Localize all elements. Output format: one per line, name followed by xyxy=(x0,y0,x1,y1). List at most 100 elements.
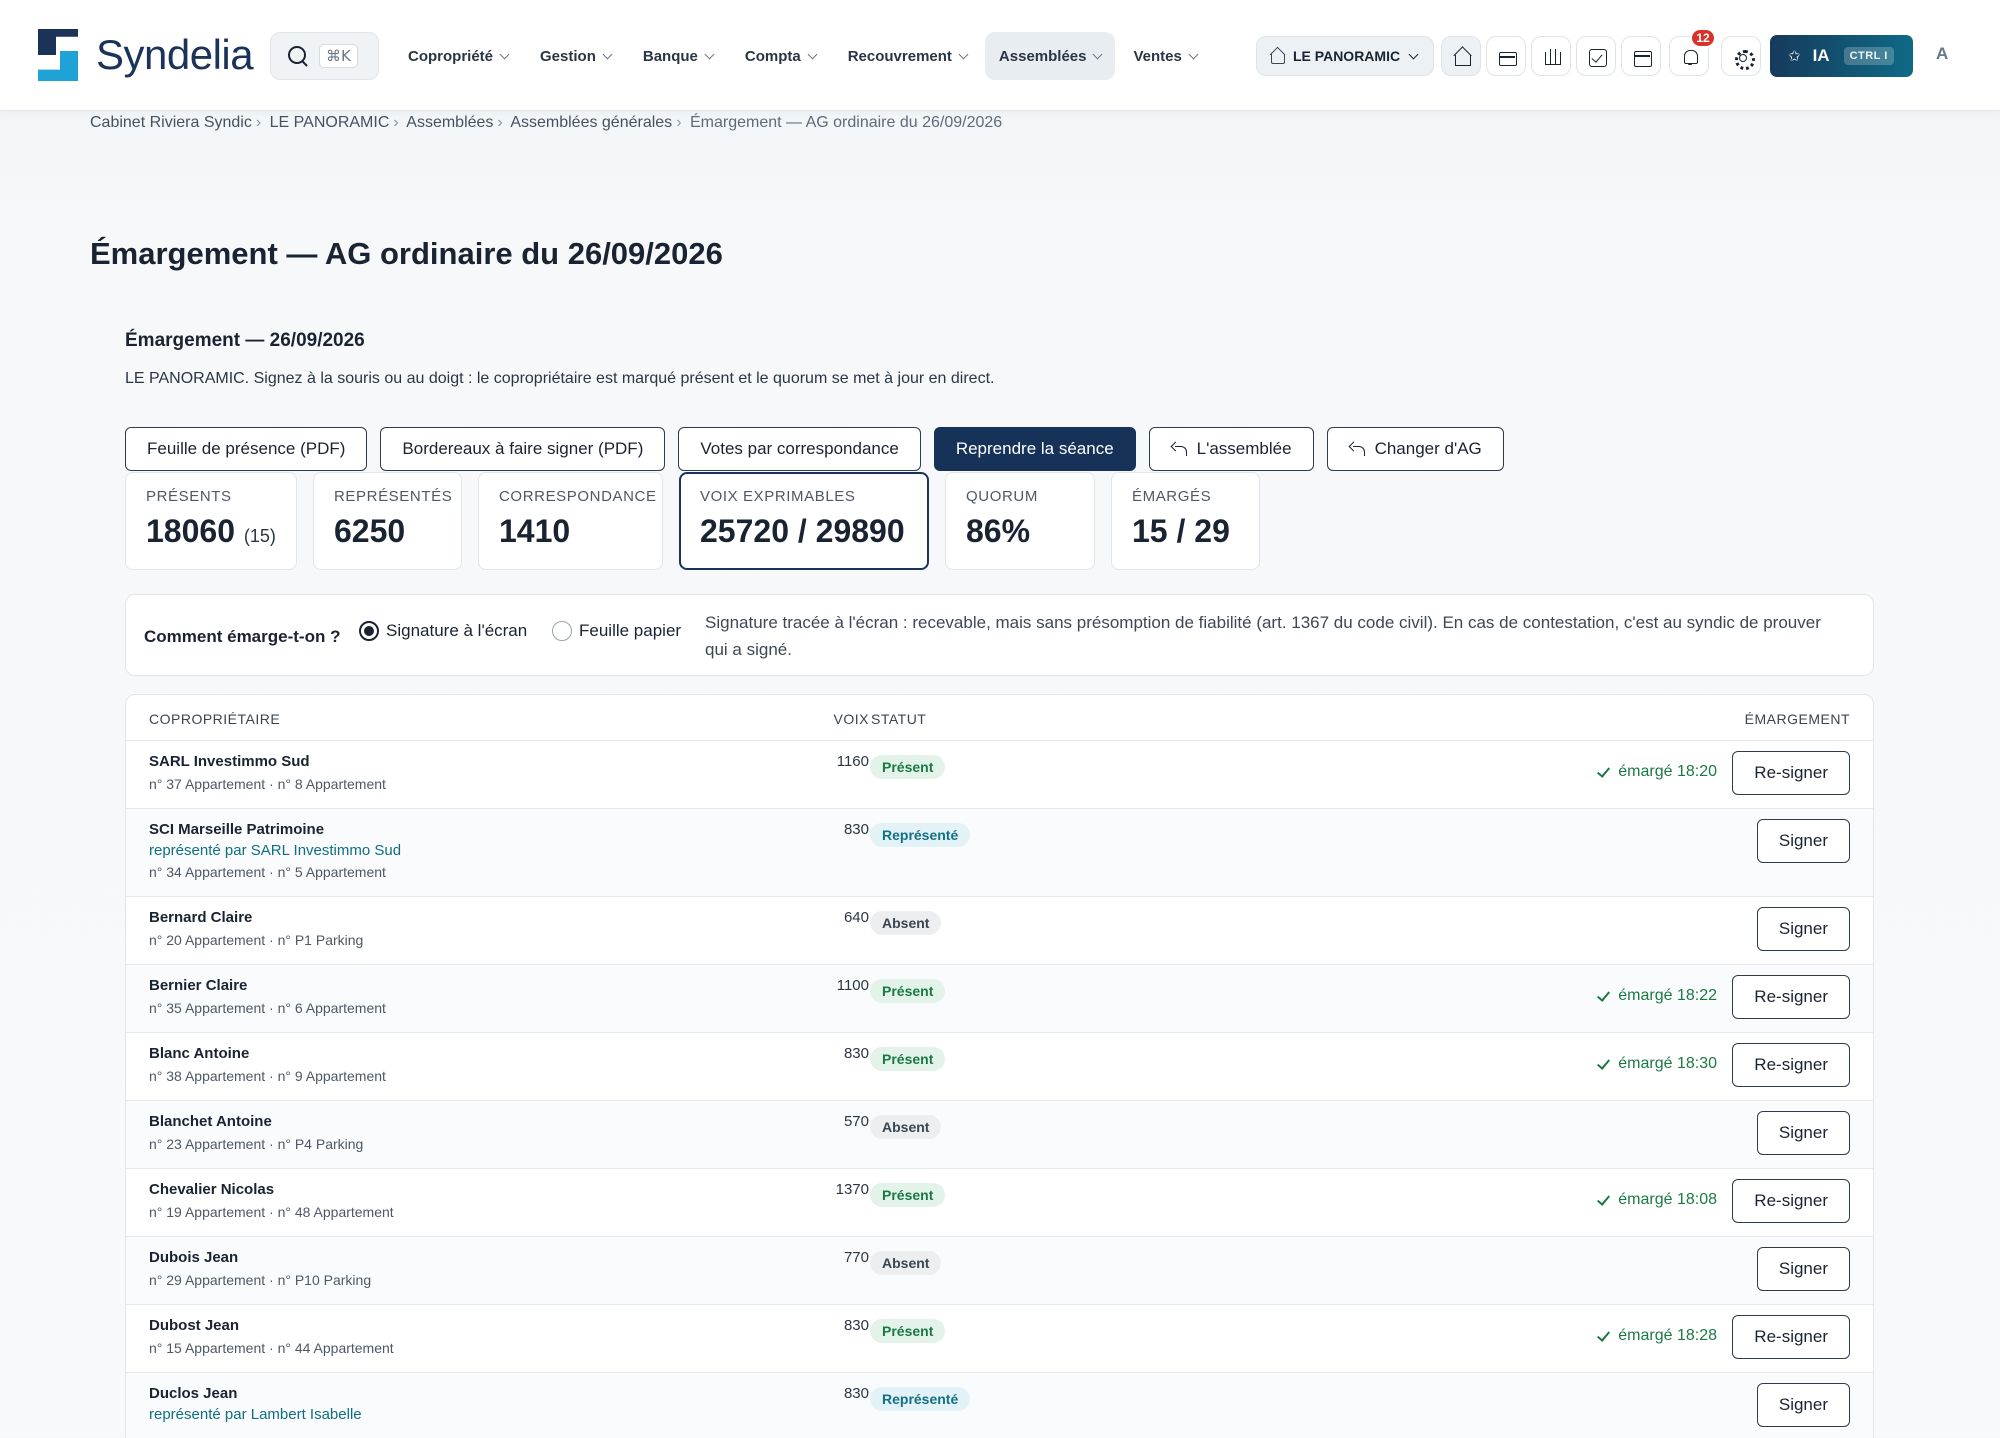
radio-screen-signature[interactable]: Signature à l'écran xyxy=(359,621,527,641)
chevron-down-icon xyxy=(704,49,715,59)
owner-name: SCI Marseille Patrimoine xyxy=(149,821,325,838)
sign-button[interactable]: Signer xyxy=(1756,1111,1850,1155)
button-label: Changer d'AG xyxy=(1374,439,1482,458)
home-button[interactable] xyxy=(1441,36,1481,76)
sign-button[interactable]: Signer xyxy=(1756,819,1850,863)
table-row: Duclos Jean représenté par Lambert Isabel… xyxy=(126,1373,1873,1438)
menu-ventes[interactable]: Ventes xyxy=(1119,32,1210,80)
table-row: Chevalier Nicolas n° 19 Appartement · n° … xyxy=(126,1169,1873,1237)
owner-lots: n° 34 Appartement · n° 5 Appartement xyxy=(149,864,386,880)
menu-label: Compta xyxy=(744,47,801,65)
session-description: LE PANORAMIC. Signez à la souris ou au d… xyxy=(125,370,995,387)
menu-label: Recouvrement xyxy=(847,47,952,65)
folder-icon xyxy=(1498,48,1517,66)
bank-button[interactable] xyxy=(1531,36,1571,76)
signed-label: émargé 18:20 xyxy=(1618,763,1717,780)
owner-voix: 570 xyxy=(843,1113,869,1130)
radio-paper-sheet[interactable]: Feuille papier xyxy=(552,621,681,641)
signed-label: émargé 18:22 xyxy=(1618,987,1717,1004)
change-ag-button[interactable]: Changer d'AG xyxy=(1326,427,1504,471)
ia-assistant-button[interactable]: ✩ IA CTRL I xyxy=(1770,35,1913,77)
menu-gestion[interactable]: Gestion xyxy=(526,32,625,80)
menu-compta[interactable]: Compta xyxy=(731,32,830,80)
tasks-icon xyxy=(1588,48,1607,67)
re-sign-button[interactable]: Re-signer xyxy=(1732,1043,1850,1087)
menu-assemblees[interactable]: Assemblées xyxy=(984,32,1116,80)
radio-checked-icon xyxy=(359,621,379,641)
stat-value: 1410 xyxy=(499,513,571,549)
proxy-holder: représenté par SARL Investimmo Sud xyxy=(149,842,402,859)
home-icon xyxy=(1453,48,1471,66)
stat-label: REPRÉSENTÉS xyxy=(334,488,453,505)
slips-to-sign-pdf-button[interactable]: Bordereaux à faire signer (PDF) xyxy=(380,427,666,471)
settings-button[interactable] xyxy=(1721,36,1761,76)
owner-name: Bernier Claire xyxy=(149,977,248,994)
stat-label: PRÉSENTS xyxy=(146,488,232,505)
status-badge: Présent xyxy=(870,755,946,779)
owner-name: Blanc Antoine xyxy=(149,1045,250,1062)
building-icon xyxy=(1269,48,1285,64)
notification-count-badge: 12 xyxy=(1690,28,1716,48)
re-sign-button[interactable]: Re-signer xyxy=(1732,975,1850,1019)
re-sign-button[interactable]: Re-signer xyxy=(1732,1315,1850,1359)
owner-voix: 830 xyxy=(843,1045,869,1062)
check-icon xyxy=(1597,767,1611,777)
re-sign-button[interactable]: Re-signer xyxy=(1732,1179,1850,1223)
check-icon xyxy=(1597,1059,1611,1069)
breadcrumb-item[interactable]: Assemblées générales xyxy=(510,114,672,131)
global-search-button[interactable]: ⌘K xyxy=(270,32,379,80)
header-owner: COPROPRIÉTAIRE xyxy=(149,711,281,727)
menu-recouvrement[interactable]: Recouvrement xyxy=(834,32,981,80)
resume-session-button[interactable]: Reprendre la séance xyxy=(933,427,1136,471)
check-icon xyxy=(1597,991,1611,1001)
owner-lots: n° 38 Appartement · n° 9 Appartement xyxy=(149,1068,386,1084)
table-row: Blanchet Antoine n° 23 Appartement · n° P… xyxy=(126,1101,1873,1169)
attendance-sheet-pdf-button[interactable]: Feuille de présence (PDF) xyxy=(125,427,368,471)
signing-mode-panel: Comment émarge-t-on ? Signature à l'écra… xyxy=(125,594,1874,676)
table-row: Dubois Jean n° 29 Appartement · n° P10 Pa… xyxy=(126,1237,1873,1305)
chevron-down-icon xyxy=(958,49,969,59)
documents-button[interactable] xyxy=(1486,36,1526,76)
stat-value: 6250 xyxy=(334,513,406,549)
breadcrumb-item[interactable]: Assemblées xyxy=(406,114,493,131)
syndelia-logo[interactable]: Syndelia xyxy=(38,29,254,81)
sign-button[interactable]: Signer xyxy=(1756,907,1850,951)
building-name: LE PANORAMIC xyxy=(1293,48,1401,64)
user-avatar[interactable]: A xyxy=(1936,44,1948,64)
menu-copropriete[interactable]: Copropriété xyxy=(394,32,522,80)
postal-votes-button[interactable]: Votes par correspondance xyxy=(678,427,921,471)
re-sign-button[interactable]: Re-signer xyxy=(1732,751,1850,795)
signed-timestamp: émargé 18:22 xyxy=(1597,987,1717,1005)
calendar-button[interactable] xyxy=(1621,36,1661,76)
table-row: Dubost Jean n° 15 Appartement · n° 44 App… xyxy=(126,1305,1873,1373)
button-label: L'assemblée xyxy=(1196,439,1292,458)
building-selector[interactable]: LE PANORAMIC xyxy=(1256,36,1434,76)
breadcrumb-item[interactable]: Cabinet Riviera Syndic xyxy=(90,114,252,131)
back-to-assembly-button[interactable]: L'assemblée xyxy=(1148,427,1314,471)
status-badge: Représenté xyxy=(870,823,971,847)
stats-row: PRÉSENTS 18060 (15) REPRÉSENTÉS 6250 COR… xyxy=(125,472,1276,570)
table-header: COPROPRIÉTAIRE VOIX STATUT ÉMARGEMENT xyxy=(126,695,1873,741)
sign-button[interactable]: Signer xyxy=(1756,1247,1850,1291)
tasks-button[interactable] xyxy=(1576,36,1616,76)
owner-voix: 1100 xyxy=(836,977,869,994)
stat-emarges: ÉMARGÉS 15 / 29 xyxy=(1111,472,1260,570)
menu-banque[interactable]: Banque xyxy=(629,32,727,80)
table-row: SARL Investimmo Sud n° 37 Appartement · n… xyxy=(126,741,1873,809)
stat-value: 86% xyxy=(966,513,1031,549)
breadcrumb-current: Émargement — AG ordinaire du 26/09/2026 xyxy=(689,114,1003,131)
owner-lots: n° 35 Appartement · n° 6 Appartement xyxy=(149,1000,386,1016)
menu-label: Copropriété xyxy=(408,47,494,65)
stat-voix-exprimables: VOIX EXPRIMABLES 25720 / 29890 xyxy=(679,472,929,570)
menu-label: Gestion xyxy=(540,47,596,65)
owner-name: Blanchet Antoine xyxy=(149,1113,272,1130)
owner-voix: 1160 xyxy=(836,753,869,770)
status-badge: Présent xyxy=(870,1319,946,1343)
menu-label: Banque xyxy=(642,47,698,65)
stat-value: 15 / 29 xyxy=(1132,513,1230,549)
stat-label: QUORUM xyxy=(966,488,1038,505)
sign-button[interactable]: Signer xyxy=(1756,1383,1850,1427)
breadcrumb-item[interactable]: LE PANORAMIC xyxy=(270,114,390,131)
status-badge: Absent xyxy=(870,1251,942,1275)
breadcrumb: Cabinet Riviera Syndic › LE PANORAMIC › As… xyxy=(90,114,1003,131)
